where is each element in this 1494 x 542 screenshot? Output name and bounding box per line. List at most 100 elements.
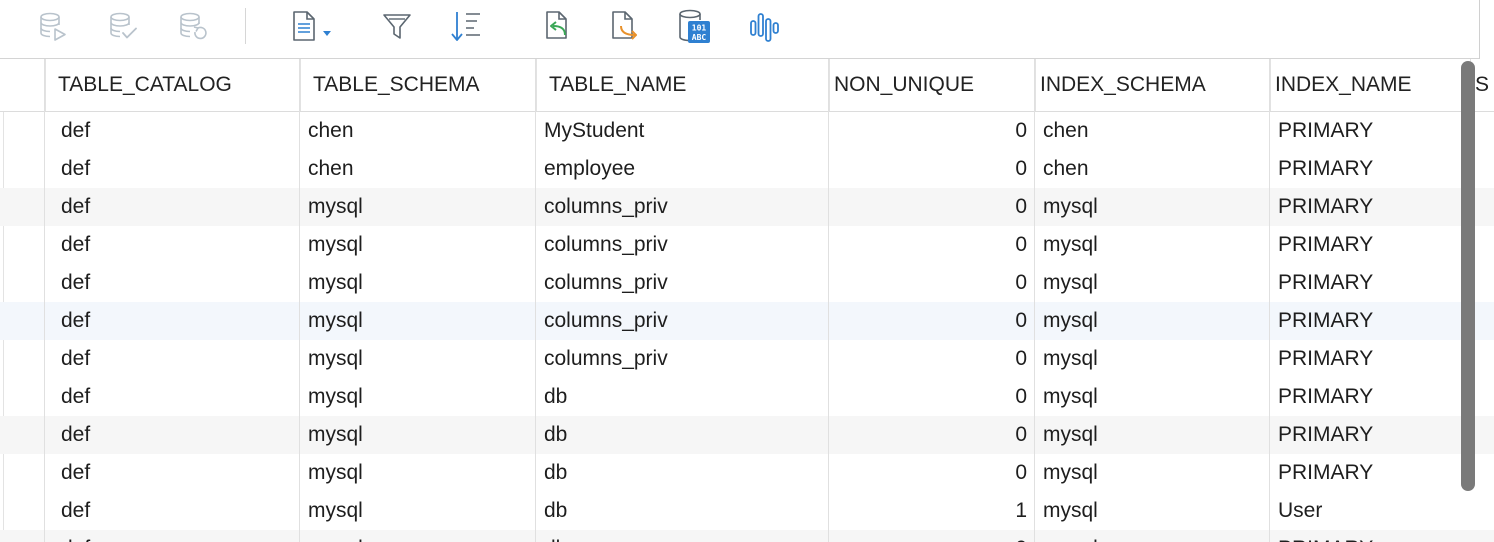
cell-table-name[interactable]: columns_priv [536, 302, 829, 340]
cell-index-name[interactable]: PRIMARY [1270, 264, 1470, 302]
window-right-border [1479, 0, 1480, 60]
cell-index-schema[interactable]: chen [1035, 150, 1270, 188]
column-divider [535, 59, 536, 542]
cell-table-name[interactable]: columns_priv [536, 226, 829, 264]
cell-table-catalog[interactable]: def [45, 340, 300, 378]
cell-table-schema[interactable]: mysql [300, 226, 536, 264]
import-button[interactable] [538, 8, 572, 44]
cell-index-schema[interactable]: mysql [1035, 264, 1270, 302]
cell-non-unique[interactable]: 0 [829, 416, 1035, 454]
cell-table-schema[interactable]: mysql [300, 302, 536, 340]
cell-table-schema[interactable]: mysql [300, 340, 536, 378]
cell-table-name[interactable]: db [536, 454, 829, 492]
column-header-non-unique[interactable]: NON_UNIQUE [829, 59, 1035, 111]
cell-index-schema[interactable]: mysql [1035, 492, 1270, 530]
cell-table-catalog[interactable]: def [45, 302, 300, 340]
cell-table-schema[interactable]: mysql [300, 454, 536, 492]
cell-table-schema[interactable]: mysql [300, 416, 536, 454]
cell-table-name[interactable]: db [536, 530, 829, 542]
cell-index-schema[interactable]: chen [1035, 112, 1270, 150]
cell-table-name[interactable]: columns_priv [536, 264, 829, 302]
cell-table-name[interactable]: db [536, 416, 829, 454]
cell-non-unique[interactable]: 0 [829, 188, 1035, 226]
rollback-button[interactable] [176, 8, 210, 44]
cell-table-name[interactable]: columns_priv [536, 188, 829, 226]
cell-table-catalog[interactable]: def [45, 112, 300, 150]
cell-table-catalog[interactable]: def [45, 188, 300, 226]
cell-index-schema[interactable]: mysql [1035, 340, 1270, 378]
cell-index-schema[interactable]: mysql [1035, 302, 1270, 340]
column-header-table-schema[interactable]: TABLE_SCHEMA [300, 59, 536, 111]
cell-non-unique[interactable]: 1 [829, 492, 1035, 530]
cell-table-catalog[interactable]: def [45, 150, 300, 188]
cell-table-catalog[interactable]: def [45, 416, 300, 454]
filter-button[interactable] [380, 8, 414, 44]
cell-index-name[interactable]: PRIMARY [1270, 378, 1470, 416]
cell-index-name[interactable]: PRIMARY [1270, 454, 1470, 492]
cell-non-unique[interactable]: 0 [829, 264, 1035, 302]
svg-text:ABC: ABC [692, 33, 707, 42]
cell-table-schema[interactable]: mysql [300, 378, 536, 416]
sort-icon [451, 12, 480, 41]
cell-index-name[interactable]: PRIMARY [1270, 530, 1470, 542]
run-button[interactable] [36, 8, 70, 44]
cell-table-catalog[interactable]: def [45, 454, 300, 492]
cell-table-schema[interactable]: mysql [300, 530, 536, 542]
cell-table-schema[interactable]: chen [300, 112, 536, 150]
cell-table-catalog[interactable]: def [45, 378, 300, 416]
cell-table-catalog[interactable]: def [45, 492, 300, 530]
cell-table-schema[interactable]: chen [300, 150, 536, 188]
cell-non-unique[interactable]: 0 [829, 454, 1035, 492]
svg-text:101: 101 [692, 24, 707, 33]
cell-index-schema[interactable]: mysql [1035, 454, 1270, 492]
cell-index-name[interactable]: PRIMARY [1270, 112, 1470, 150]
cell-non-unique[interactable]: 0 [829, 302, 1035, 340]
column-header-index-schema[interactable]: INDEX_SCHEMA [1035, 59, 1270, 111]
column-divider [1034, 59, 1035, 542]
commit-button[interactable] [106, 8, 140, 44]
cell-table-name[interactable]: columns_priv [536, 340, 829, 378]
cell-table-catalog[interactable]: def [45, 264, 300, 302]
cell-table-schema[interactable]: mysql [300, 188, 536, 226]
cell-index-name[interactable]: PRIMARY [1270, 416, 1470, 454]
vertical-scrollbar[interactable] [1461, 61, 1475, 491]
binary-text-button[interactable]: 101 ABC [677, 8, 711, 44]
cell-index-name[interactable]: PRIMARY [1270, 340, 1470, 378]
cell-non-unique[interactable]: 0 [829, 112, 1035, 150]
cell-index-schema[interactable]: mysql [1035, 416, 1270, 454]
cell-index-name[interactable]: PRIMARY [1270, 150, 1470, 188]
cell-index-name[interactable]: User [1270, 492, 1470, 530]
cell-index-name[interactable]: PRIMARY [1270, 188, 1470, 226]
cell-table-schema[interactable]: mysql [300, 492, 536, 530]
cell-table-catalog[interactable]: def [45, 226, 300, 264]
document-menu-button[interactable] [290, 8, 336, 44]
cell-index-schema[interactable]: mysql [1035, 378, 1270, 416]
cell-non-unique[interactable]: 0 [829, 378, 1035, 416]
chart-button[interactable] [748, 8, 782, 44]
database-run-icon [40, 12, 66, 41]
column-divider [299, 59, 300, 542]
cell-table-name[interactable]: db [536, 492, 829, 530]
database-commit-icon [110, 12, 137, 39]
cell-index-schema[interactable]: mysql [1035, 188, 1270, 226]
column-header-table-name[interactable]: TABLE_NAME [536, 59, 829, 111]
cell-index-schema[interactable]: mysql [1035, 226, 1270, 264]
cell-index-schema[interactable]: mysql [1035, 530, 1270, 542]
cell-index-name[interactable]: PRIMARY [1270, 302, 1470, 340]
sort-button[interactable] [449, 8, 483, 44]
cell-index-name[interactable]: PRIMARY [1270, 226, 1470, 264]
column-header-index-name[interactable]: INDEX_NAME [1270, 59, 1470, 111]
export-button[interactable] [608, 8, 642, 44]
column-header-table-catalog[interactable]: TABLE_CATALOG [45, 59, 300, 111]
cell-table-schema[interactable]: mysql [300, 264, 536, 302]
cell-non-unique[interactable]: 0 [829, 226, 1035, 264]
column-divider [44, 59, 45, 542]
cell-table-name[interactable]: MyStudent [536, 112, 829, 150]
cell-table-name[interactable]: employee [536, 150, 829, 188]
cell-non-unique[interactable]: 0 [829, 530, 1035, 542]
cell-table-name[interactable]: db [536, 378, 829, 416]
cell-table-catalog[interactable]: def [45, 530, 300, 542]
cell-non-unique[interactable]: 0 [829, 150, 1035, 188]
cell-non-unique[interactable]: 0 [829, 340, 1035, 378]
toolbar-separator [245, 8, 246, 44]
